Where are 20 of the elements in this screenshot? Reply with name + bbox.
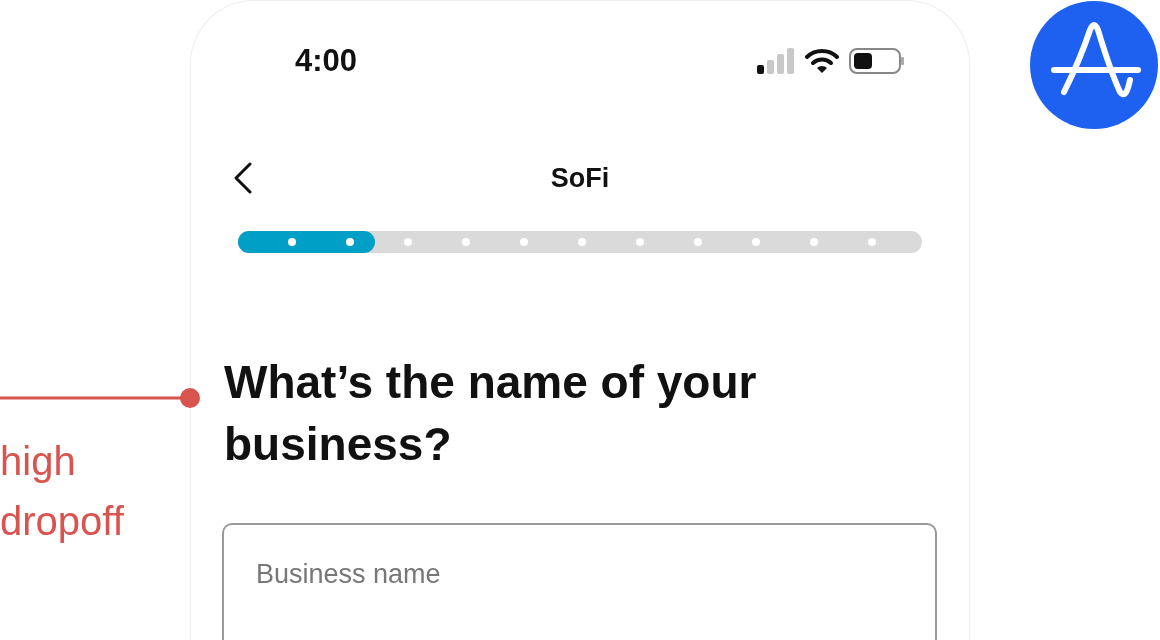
annotation-label: high dropoff [0,438,125,545]
step-dot [346,238,354,246]
step-dot [288,238,296,246]
wifi-icon [805,48,839,74]
screen-title: SoFi [550,162,610,194]
step-dot [694,238,702,246]
step-dot [810,238,818,246]
status-time: 4:00 [295,43,358,79]
step-dot [868,238,876,246]
battery-icon [849,48,905,74]
business-name-field[interactable]: Business name [222,523,937,640]
step-dot [636,238,644,246]
step-dot [520,238,528,246]
chevron-left-icon [233,162,253,194]
step-dot [462,238,470,246]
step-dot [578,238,586,246]
step-dot [752,238,760,246]
question-heading: What’s the name of your business? [224,355,758,472]
step-dot [404,238,412,246]
signal-icon [757,48,795,74]
